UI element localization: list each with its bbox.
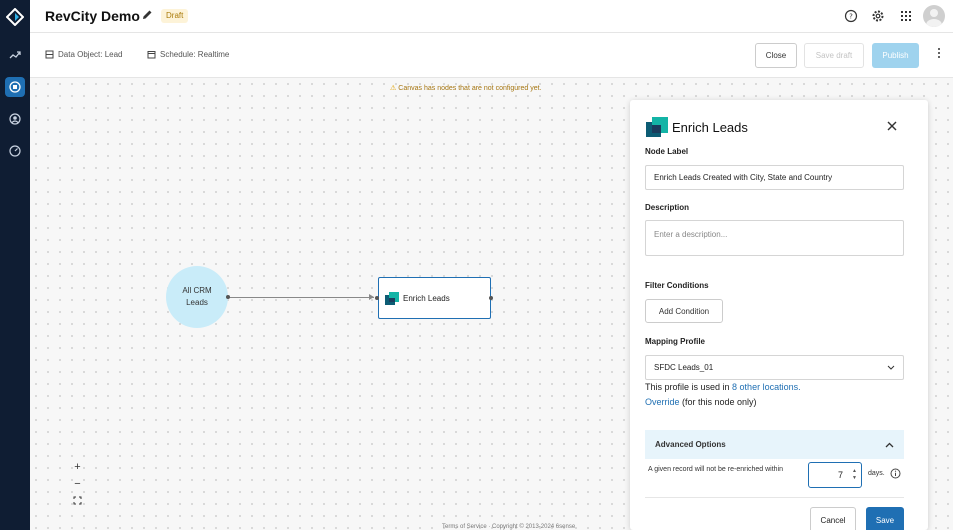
reenrich-description: A given record will not be re-enriched w…: [648, 466, 784, 473]
days-label: days.: [868, 470, 885, 477]
canvas-warning: ⚠ Canvas has nodes that are not configure…: [390, 84, 541, 92]
description-textarea[interactable]: Enter a description...: [645, 220, 904, 256]
user-icon[interactable]: [5, 109, 25, 129]
close-icon[interactable]: [886, 120, 898, 132]
warning-icon: ⚠: [390, 85, 397, 92]
source-node[interactable]: All CRM Leads: [166, 266, 228, 328]
workflow-title: RevCity Demo: [45, 8, 140, 24]
workflow-toolbar: Data Object: Lead Schedule: Realtime Clo…: [30, 33, 953, 78]
chevron-up-icon: [885, 442, 894, 447]
gear-icon[interactable]: [871, 9, 885, 23]
filter-conditions-heading: Filter Conditions: [645, 281, 709, 290]
source-port[interactable]: [226, 295, 230, 299]
advanced-options-toggle[interactable]: Advanced Options: [645, 430, 904, 459]
cancel-button[interactable]: Cancel: [810, 507, 856, 530]
status-badge: Draft: [161, 9, 189, 23]
override-suffix: (for this node only): [679, 397, 757, 407]
logo-icon[interactable]: [6, 8, 24, 26]
close-button[interactable]: Close: [755, 43, 797, 68]
enrich-node-icon: [385, 291, 399, 305]
schedule-label: Schedule: Realtime: [160, 50, 230, 59]
override-note: Override (for this node only): [645, 397, 757, 407]
advanced-options-heading: Advanced Options: [655, 440, 726, 449]
info-icon[interactable]: [890, 468, 901, 479]
mapping-profile-heading: Mapping Profile: [645, 337, 705, 346]
avatar[interactable]: [923, 5, 945, 27]
left-nav-rail: [0, 0, 30, 530]
enrich-node-label: Enrich Leads: [403, 293, 450, 303]
save-draft-button[interactable]: Save draft: [804, 43, 864, 68]
enrich-leads-node[interactable]: Enrich Leads: [378, 277, 491, 319]
profile-usage-note: This profile is used in 8 other location…: [645, 382, 801, 392]
node-label-input[interactable]: Enrich Leads Created with City, State an…: [645, 165, 904, 190]
footer-copyright: Terms of Service · Copyright © 2013-2024…: [442, 524, 576, 530]
node-config-panel: Enrich Leads Node Label Enrich Leads Cre…: [630, 100, 928, 530]
profile-usage-prefix: This profile is used in: [645, 382, 733, 392]
panel-divider: [645, 497, 904, 498]
mapping-profile-select[interactable]: SFDC Leads_01: [645, 355, 904, 380]
connector-arrowhead: [369, 294, 374, 300]
gauge-icon[interactable]: [5, 141, 25, 161]
reenrich-days-value: 7: [837, 470, 843, 480]
data-object-label: Data Object: Lead: [58, 50, 123, 59]
canvas-warning-text: Canvas has nodes that are not configured…: [398, 85, 542, 92]
node-label-heading: Node Label: [645, 147, 689, 156]
enrich-node-input-port[interactable]: [375, 296, 379, 300]
chevron-down-icon: [887, 365, 895, 370]
more-options-icon[interactable]: [937, 47, 941, 59]
pencil-icon[interactable]: [141, 9, 153, 21]
reenrich-days-input[interactable]: 7 ▲ ▼: [808, 462, 862, 488]
publish-button[interactable]: Publish: [872, 43, 919, 68]
fit-view-icon: [73, 496, 82, 505]
override-link[interactable]: Override: [645, 397, 680, 407]
zoom-out-button[interactable]: −: [70, 476, 85, 491]
number-stepper-icon[interactable]: ▲ ▼: [852, 468, 857, 482]
zoom-in-button[interactable]: +: [70, 459, 85, 474]
apps-grid-icon[interactable]: [899, 9, 913, 23]
mapping-profile-value: SFDC Leads_01: [654, 363, 714, 372]
calendar-icon: [147, 51, 156, 59]
workflow-icon[interactable]: [5, 77, 25, 97]
data-object-meta: Data Object: Lead: [45, 50, 122, 59]
trend-icon[interactable]: [5, 45, 25, 65]
enrich-node-output-port[interactable]: [489, 296, 493, 300]
top-bar: RevCity Demo Draft ?: [30, 0, 953, 33]
enrich-panel-icon: [646, 117, 668, 137]
panel-title: Enrich Leads: [672, 120, 748, 135]
database-icon: [45, 50, 54, 59]
svg-text:?: ?: [849, 13, 853, 21]
add-condition-button[interactable]: Add Condition: [645, 299, 723, 323]
save-button[interactable]: Save: [866, 507, 904, 530]
help-icon[interactable]: ?: [844, 9, 858, 23]
connector-edge: [228, 297, 374, 298]
schedule-meta: Schedule: Realtime: [147, 50, 229, 59]
fit-view-button[interactable]: [70, 493, 85, 508]
description-heading: Description: [645, 203, 690, 212]
other-locations-link[interactable]: 8 other locations.: [732, 382, 801, 392]
